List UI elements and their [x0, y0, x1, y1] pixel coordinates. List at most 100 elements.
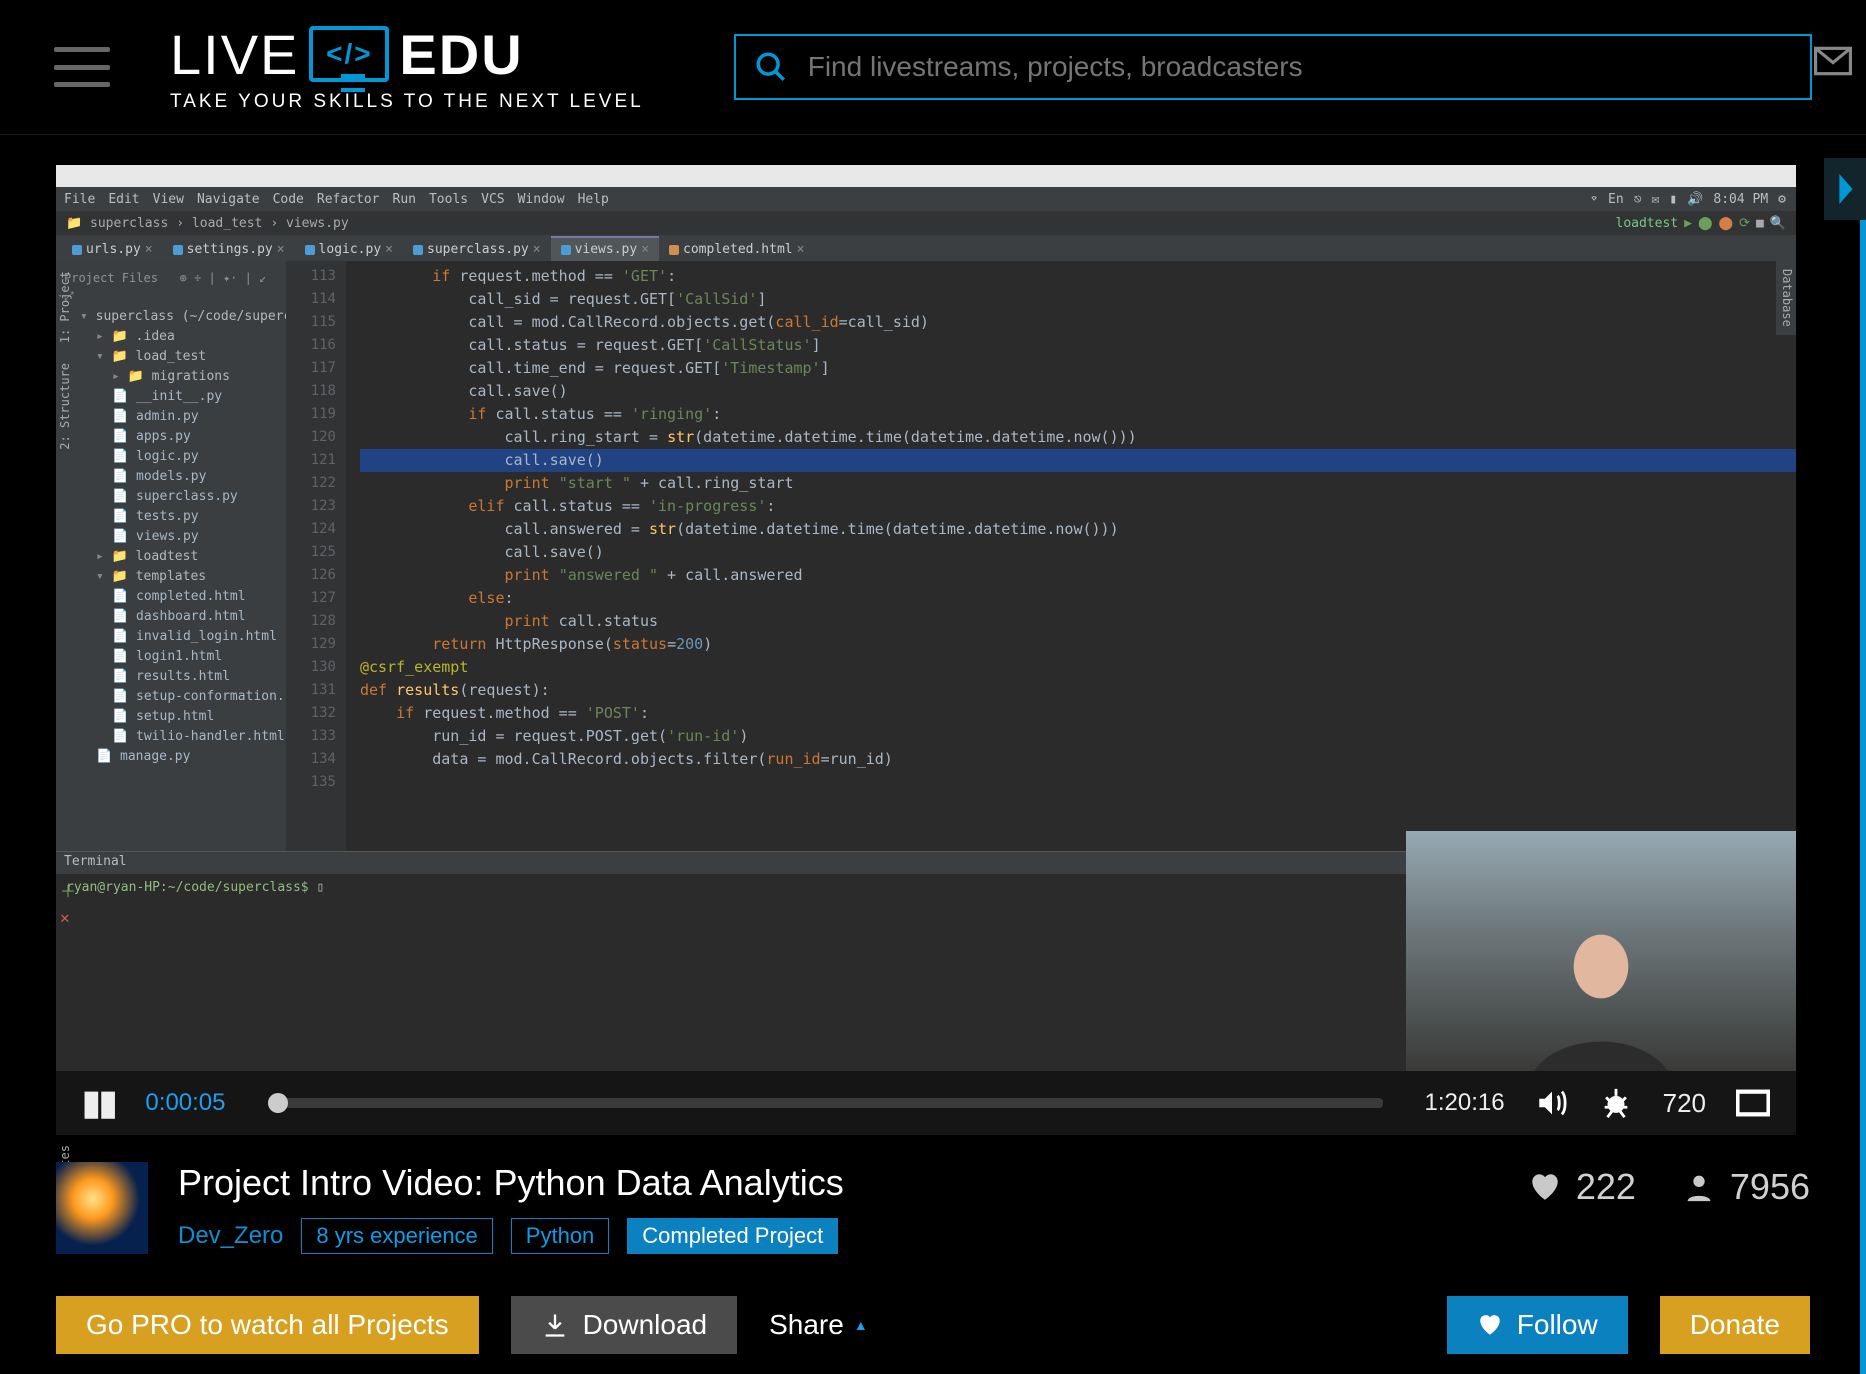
tree-item: 📄 admin.py: [60, 407, 282, 427]
video-title: Project Intro Video: Python Data Analyti…: [178, 1162, 1498, 1204]
project-tree-header: Project Files ⊕ ÷ | ✦· | ↙ ⤢: [60, 267, 282, 307]
webcam-overlay: [1406, 831, 1796, 1071]
tree-item: 📁 migrations: [60, 367, 282, 387]
creator-link[interactable]: Dev_Zero: [178, 1222, 283, 1250]
editor-tab: superclass.py ×: [403, 236, 551, 261]
tree-item: 📁 loadtest: [60, 547, 282, 567]
line-gutter: 1131141151161171181191201211221231241251…: [286, 261, 346, 851]
ide-menu-item: Refactor: [317, 192, 380, 207]
coverage-icon: ⬤: [1719, 216, 1734, 231]
heart-follow-icon: [1477, 1312, 1503, 1338]
download-icon: [541, 1311, 569, 1339]
viewers-icon: [1682, 1170, 1716, 1204]
go-pro-button[interactable]: Go PRO to watch all Projects: [56, 1296, 479, 1354]
tree-item: 📄 apps.py: [60, 427, 282, 447]
tree-item: 📄 twilio-handler.html: [60, 727, 282, 747]
project-tree: Project Files ⊕ ÷ | ✦· | ↙ ⤢ superclass …: [56, 261, 286, 851]
rerun-icon: ⟳: [1739, 216, 1750, 231]
logo-text-live: LIVE: [170, 22, 299, 87]
hamburger-menu-button[interactable]: [54, 47, 110, 87]
ide-left-tool: 2: Structure: [56, 353, 74, 460]
top-bar: LIVE </> EDU TAKE YOUR SKILLS TO THE NEX…: [0, 0, 1866, 135]
ide-menu-item: Code: [273, 192, 304, 207]
debug-icon: ⬤: [1698, 216, 1713, 231]
terminal-add-icon: ＋: [60, 878, 76, 902]
tree-item: 📄 logic.py: [60, 447, 282, 467]
bug-report-icon[interactable]: [1599, 1086, 1633, 1120]
tree-item: 📄 tests.py: [60, 507, 282, 527]
chat-collapse-bar[interactable]: [1860, 220, 1866, 1374]
heart-icon[interactable]: [1528, 1170, 1562, 1204]
ide-left-tool: 1: Project: [56, 261, 74, 353]
chevron-right-icon: [1834, 174, 1856, 204]
ide-menu-item: File: [64, 192, 95, 207]
ide-menubar: FileEditViewNavigateCodeRefactorRunTools…: [56, 187, 1796, 211]
run-play-icon: ▶: [1684, 216, 1692, 231]
system-tray: ⌔ En ⎋ ✉ ▮ 🔊 8:04 PM ⚙: [1590, 192, 1786, 207]
tree-item: 📄 login1.html: [60, 647, 282, 667]
breadcrumb-segment: 📁 superclass: [66, 216, 168, 231]
download-button[interactable]: Download: [511, 1296, 738, 1354]
battery-icon: ▮: [1669, 192, 1677, 207]
ide-menu-item: Help: [578, 192, 609, 207]
terminal-prompt: ryan@ryan-HP:~/code/superclass$: [66, 880, 316, 895]
tree-item: 📄 __init__.py: [60, 387, 282, 407]
ide-breadcrumb: 📁 superclass › load_test › views.py loadte…: [56, 211, 1796, 235]
ide-left-tool-tabs: 1: Project2: StructureFavorites: [56, 261, 78, 460]
ide-terminal: Terminal ＋ ✕ ryan@ryan-HP:~/code/supercl…: [56, 851, 1796, 1071]
seek-bar[interactable]: [268, 1098, 1383, 1108]
code-area: if request.method == 'GET': call_sid = r…: [346, 261, 1796, 851]
ide-menu-item: Window: [518, 192, 565, 207]
project-root: superclass (~/code/superclass): [60, 307, 282, 327]
tag-experience[interactable]: 8 yrs experience: [301, 1218, 492, 1254]
ide-run-toolbar: loadtest ▶ ⬤ ⬤ ⟳ ■ 🔍: [1616, 216, 1787, 231]
project-thumbnail[interactable]: [56, 1162, 148, 1254]
messages-icon[interactable]: [1814, 46, 1852, 76]
bluetooth-icon: ⎋: [1634, 192, 1642, 207]
search-box[interactable]: [734, 34, 1812, 100]
tree-item: 📄 setup-conformation.html: [60, 687, 282, 707]
video-controls: ▮▮ 0:00:05 1:20:16 720: [56, 1071, 1796, 1135]
editor-tab: logic.py ×: [295, 236, 403, 261]
breadcrumb-segment: › load_test: [176, 216, 262, 231]
tree-item: 📄 dashboard.html: [60, 607, 282, 627]
tag-language[interactable]: Python: [511, 1218, 610, 1254]
tag-status[interactable]: Completed Project: [627, 1218, 838, 1254]
seek-knob[interactable]: [268, 1093, 288, 1113]
duration: 1:20:16: [1425, 1089, 1505, 1117]
video-stats: 222 7956: [1528, 1166, 1810, 1208]
editor-tab: urls.py ×: [62, 236, 163, 261]
tree-item: 📁 .idea: [60, 327, 282, 347]
settings-gear-icon: ⚙: [1778, 192, 1786, 207]
editor-tab: settings.py ×: [163, 236, 295, 261]
wifi-icon: ⌔: [1590, 192, 1598, 207]
tree-item: 📄 models.py: [60, 467, 282, 487]
quality-selector[interactable]: 720: [1663, 1088, 1706, 1119]
lang-indicator: En: [1608, 192, 1624, 207]
volume-tray-icon: 🔊: [1687, 192, 1703, 207]
action-row: Go PRO to watch all Projects Download Sh…: [56, 1296, 1810, 1354]
ide-menu-item: Edit: [108, 192, 139, 207]
tree-item: 📁 load_test: [60, 347, 282, 367]
pause-button[interactable]: ▮▮: [82, 1083, 115, 1123]
video-stage: FileEditViewNavigateCodeRefactorRunTools…: [56, 165, 1796, 1135]
logo-text-edu: EDU: [399, 22, 523, 87]
share-menu[interactable]: Share ▲: [769, 1309, 868, 1341]
editor-tab: completed.html ×: [659, 236, 814, 261]
volume-icon[interactable]: [1535, 1086, 1569, 1120]
chat-collapse-toggle[interactable]: [1824, 158, 1866, 220]
views-count: 7956: [1730, 1166, 1810, 1208]
search-input[interactable]: [808, 51, 1792, 83]
breadcrumb-segment: › views.py: [270, 216, 348, 231]
logo-tagline: TAKE YOUR SKILLS TO THE NEXT LEVEL: [170, 91, 644, 113]
likes-count: 222: [1576, 1166, 1636, 1208]
fullscreen-icon[interactable]: [1736, 1086, 1770, 1120]
video-content-ide: FileEditViewNavigateCodeRefactorRunTools…: [56, 165, 1796, 1071]
donate-button[interactable]: Donate: [1660, 1296, 1810, 1354]
site-logo[interactable]: LIVE </> EDU TAKE YOUR SKILLS TO THE NEX…: [170, 22, 644, 113]
ide-menu-item: Run: [393, 192, 416, 207]
ide-right-tool-tab: Database: [1776, 261, 1796, 335]
follow-button[interactable]: Follow: [1447, 1296, 1628, 1354]
presenter-face: [1501, 881, 1701, 1071]
ide-window-titlebar: [56, 165, 1796, 187]
